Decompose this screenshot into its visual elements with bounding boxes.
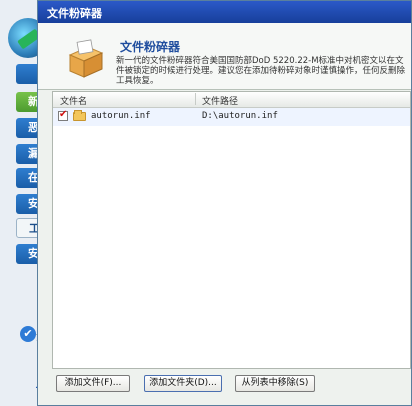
folder-icon xyxy=(73,110,86,121)
file-list-header: 文件名 文件路径 xyxy=(53,92,410,108)
add-file-button[interactable]: 添加文件(F)... xyxy=(56,375,130,392)
column-header-filename[interactable]: 文件名 xyxy=(60,94,87,107)
row-filepath: D:\autorun.inf xyxy=(202,111,278,121)
header-title: 文件粉碎器 xyxy=(120,40,181,54)
window-title: 文件粉碎器 xyxy=(47,7,102,20)
column-separator[interactable] xyxy=(195,93,196,105)
table-row[interactable]: autorun.inf D:\autorun.inf xyxy=(53,108,410,126)
status-check-icon: ✔ xyxy=(20,326,36,342)
row-checkbox[interactable] xyxy=(58,109,68,121)
title-bar[interactable]: 文件粉碎器 xyxy=(38,1,411,23)
header-description: 新一代的文件粉碎器符合美国国防部DoD 5220.22-M标准中对机密文以在文件… xyxy=(116,56,406,86)
remove-from-list-button[interactable]: 从列表中移除(S) xyxy=(235,375,315,392)
add-folder-button[interactable]: 添加文件夹(D)... xyxy=(144,375,222,392)
column-header-filepath[interactable]: 文件路径 xyxy=(202,94,238,107)
row-filename: autorun.inf xyxy=(91,111,151,121)
shredder-icon xyxy=(68,39,104,78)
dialog-header: 文件粉碎器 新一代的文件粉碎器符合美国国防部DoD 5220.22-M标准中对机… xyxy=(38,23,411,90)
file-shredder-dialog: 文件粉碎器 文件粉碎器 新一代的文件粉碎器符合美国国防部DoD 5220.22-… xyxy=(37,0,412,406)
file-list[interactable]: 文件名 文件路径 autorun.inf D:\autorun.inf xyxy=(52,91,411,369)
